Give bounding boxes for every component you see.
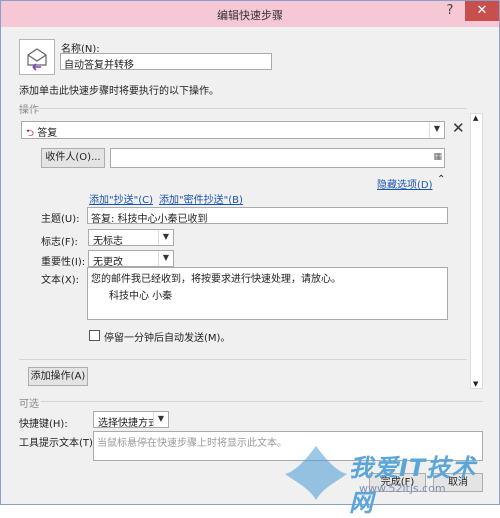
actions-divider — [19, 108, 467, 109]
reply-icon: ⮌ — [26, 128, 35, 139]
chevron-down-icon: ▼ — [153, 412, 168, 427]
remove-action-icon[interactable]: ✕ — [452, 119, 465, 137]
collapse-icon[interactable]: ⌃ — [437, 174, 445, 185]
body-line-1: 您的邮件我已经收到，将按要求进行快速处理，请放心。 — [91, 274, 341, 285]
watermark-url: www.52itjs.com — [359, 482, 446, 495]
address-book-icon: ▦ — [433, 152, 442, 162]
description-text: 添加单击此快速步骤时将要执行的以下操作。 — [19, 86, 219, 97]
scroll-up-icon[interactable]: ▲ — [473, 114, 478, 122]
shortcut-select-value: 选择快捷方式 — [98, 418, 158, 429]
subject-label: 主题(U): — [41, 214, 80, 225]
optional-divider — [41, 401, 483, 402]
shortcut-select[interactable]: 选择快捷方式 ▼ — [93, 411, 169, 429]
chevron-down-icon: ▼ — [158, 230, 173, 245]
chevron-down-icon: ▼ — [429, 122, 444, 138]
action-select[interactable]: ⮌ 答复 ▼ — [21, 121, 445, 139]
body-line-2: 科技中心 小秦 — [109, 291, 173, 302]
scrollbar[interactable]: ▲ ▼ — [470, 113, 483, 389]
text-label: 文本(X): — [41, 275, 80, 286]
flag-select[interactable]: 无标志 ▼ — [88, 229, 174, 247]
close-button[interactable]: ✕ — [465, 1, 499, 21]
help-button[interactable]: ? — [437, 1, 463, 21]
site-watermark: 我爱IT技术网 www.52itjs.com — [281, 442, 491, 517]
flag-label: 标志(F): — [41, 237, 78, 248]
quick-step-icon[interactable] — [19, 39, 55, 75]
recipients-button[interactable]: 收件人(O)... — [41, 148, 105, 168]
shortcut-label: 快捷键(H): — [19, 419, 68, 430]
importance-label: 重要性(I): — [41, 257, 86, 268]
action-select-value: 答复 — [37, 128, 58, 139]
name-input[interactable]: 自动答复并转移 — [60, 53, 272, 70]
add-cc-link[interactable]: 添加"抄送"(C) — [89, 191, 153, 206]
watermark-logo-icon — [285, 446, 347, 500]
scroll-down-icon[interactable]: ▼ — [473, 380, 478, 388]
chevron-down-icon: ▼ — [158, 251, 173, 266]
hide-options-link[interactable]: 隐藏选项(D) — [377, 176, 433, 191]
body-textarea[interactable]: 您的邮件我已经收到，将按要求进行快速处理，请放心。 科技中心 小秦 — [87, 267, 448, 320]
add-action-button[interactable]: 添加操作(A) — [28, 367, 88, 386]
title-bar: 编辑快速步骤 ? ✕ — [1, 1, 499, 27]
importance-select[interactable]: 无更改 ▼ — [88, 250, 174, 268]
subject-input[interactable]: 答复: 科技中心小秦已收到 — [87, 207, 448, 224]
auto-send-checkbox[interactable] — [89, 330, 100, 341]
tooltip-label: 工具提示文本(T): — [19, 438, 97, 449]
recipients-input[interactable]: ▦ — [110, 148, 445, 168]
auto-send-label: 停留一分钟后自动发送(M)。 — [104, 333, 231, 344]
add-bcc-link[interactable]: 添加"密件抄送"(B) — [159, 191, 243, 206]
optional-section-label: 可选 — [19, 399, 39, 410]
quick-step-dialog: 编辑快速步骤 ? ✕ 名称(N): 自动答复并转移 添加单击此快速步骤时将要执行… — [0, 0, 500, 517]
window-title: 编辑快速步骤 — [217, 9, 283, 22]
add-action-divider — [19, 359, 467, 360]
envelope-icon — [27, 48, 47, 71]
flag-select-value: 无标志 — [93, 236, 123, 247]
